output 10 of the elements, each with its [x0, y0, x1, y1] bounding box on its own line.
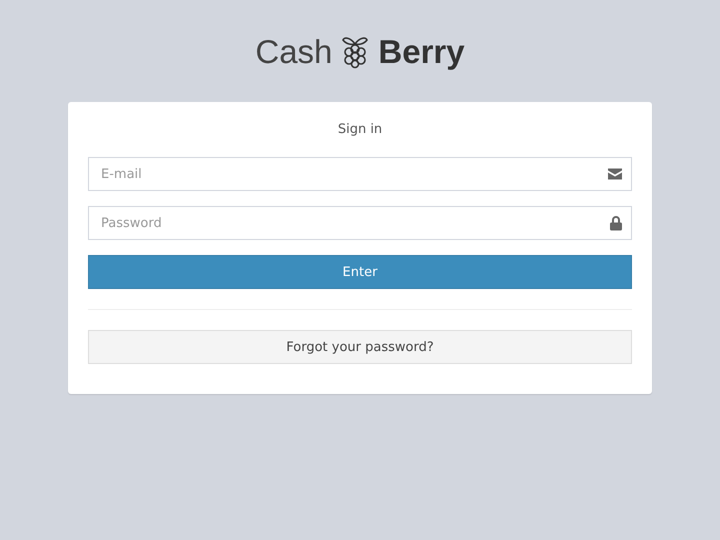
logo-text: Berry [378, 33, 465, 71]
input-field[interactable]: Password [88, 206, 632, 240]
card-title: Sign in [336, 122, 384, 137]
envelope-icon [608, 168, 622, 180]
enter-button[interactable]: Enter [88, 255, 632, 289]
forgot-password-button[interactable]: Forgot your password? [88, 330, 632, 364]
input-field[interactable]: E-mail [88, 157, 632, 191]
logo-text: Cash [255, 33, 332, 71]
lock-icon [610, 216, 622, 230]
raspberry-icon [340, 35, 370, 69]
